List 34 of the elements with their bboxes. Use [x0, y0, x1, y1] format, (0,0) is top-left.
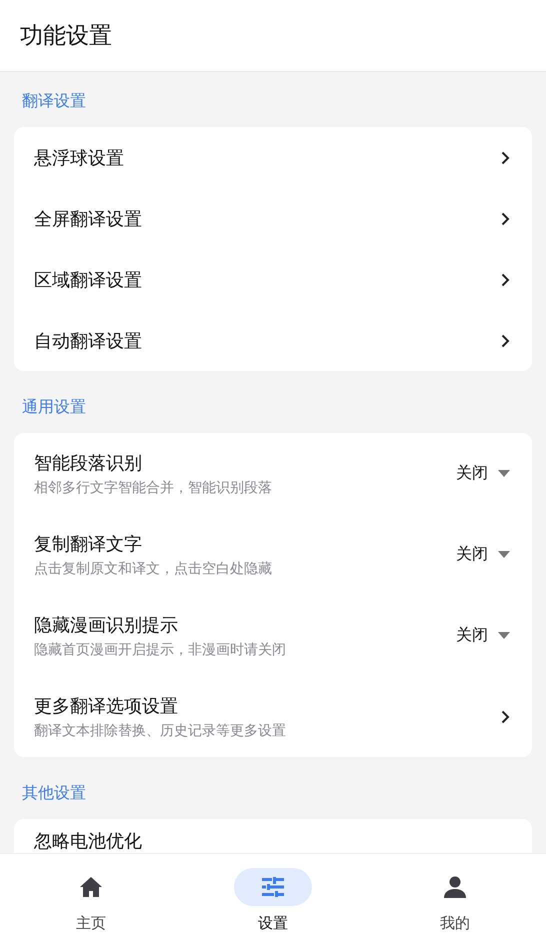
nav-tab[interactable]: 设置	[182, 854, 364, 946]
chevron-right-icon	[501, 212, 510, 226]
section-title: 通用设置	[22, 396, 86, 418]
setting-description: 翻译文本排除替换、历史记录等更多设置	[34, 722, 287, 740]
setting-title: 更多翻译选项设置	[34, 694, 179, 718]
dropdown-caret-icon	[498, 470, 510, 477]
setting-title: 隐藏漫画识别提示	[34, 614, 179, 636]
value-dropdown[interactable]: 关闭	[456, 625, 510, 646]
nav-tab[interactable]: 主页	[0, 854, 182, 946]
setting-title: 自动翻译设置	[34, 330, 143, 352]
page-title: 功能设置	[20, 22, 112, 51]
chevron-right-icon	[501, 272, 510, 286]
value-dropdown[interactable]: 关闭	[456, 463, 510, 484]
setting-title: 区域翻译设置	[34, 268, 143, 292]
setting-description: 点击复制原文和译文，点击空白处隐藏	[34, 560, 273, 578]
setting-title: 智能段落识别	[34, 452, 143, 474]
user-icon	[444, 876, 466, 898]
section-title: 其他设置	[22, 782, 86, 804]
setting-description: 隐藏首页漫画开启提示，非漫画时请关闭	[34, 640, 287, 658]
setting-description: 相邻多行文字智能合并，智能识别段落	[34, 478, 273, 496]
sliders-icon	[262, 877, 284, 897]
setting-title: 悬浮球设置	[34, 146, 125, 170]
value-dropdown[interactable]: 关闭	[456, 544, 510, 565]
home-icon	[79, 876, 103, 898]
dropdown-caret-icon	[498, 551, 510, 558]
setting-title: 忽略电池优化	[34, 830, 143, 853]
dropdown-caret-icon	[498, 632, 510, 639]
nav-tab[interactable]: 我的	[364, 854, 546, 946]
chevron-right-icon	[501, 710, 510, 724]
section-title: 翻译设置	[22, 90, 86, 112]
chevron-right-icon	[501, 150, 510, 164]
setting-title: 全屏翻译设置	[34, 208, 143, 230]
chevron-right-icon	[501, 334, 510, 348]
setting-title: 复制翻译文字	[34, 532, 143, 556]
